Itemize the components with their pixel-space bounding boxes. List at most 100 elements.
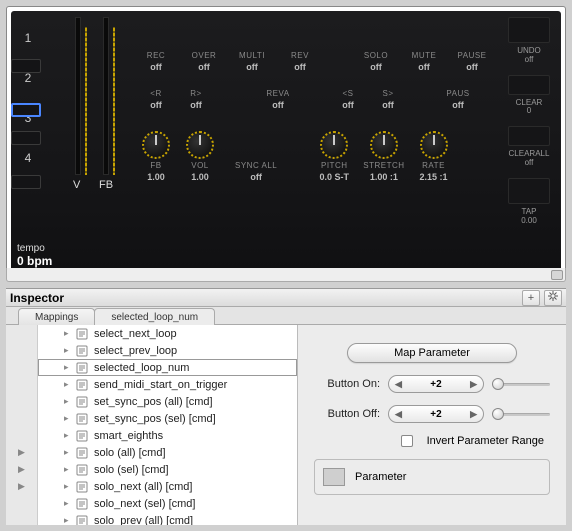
stepper-left-icon[interactable]: ◀ [395,409,402,420]
meter-fb-label: FB [99,179,113,191]
parameter-label: Parameter [355,471,406,483]
stepper-right-icon[interactable]: ▶ [470,409,477,420]
meter-fb[interactable] [103,17,109,175]
param-multi[interactable]: MULTIoff [237,51,267,72]
param-reva[interactable]: REVAoff [263,89,293,110]
disclosure-icon[interactable]: ▸ [64,328,74,339]
param-mute[interactable]: MUTEoff [409,51,439,72]
tree-item[interactable]: ▸solo (all) [cmd] [38,444,297,461]
item-icon [76,413,88,425]
stepper-right-icon[interactable]: ▶ [470,379,477,390]
param-r-fwd[interactable]: R>off [181,89,211,110]
right-btn-0[interactable] [508,17,550,43]
knob-pitch[interactable]: PITCH0.0 S-T [319,131,349,182]
param-solo[interactable]: SOLOoff [361,51,391,72]
expand-icon[interactable]: ▶ [18,447,25,458]
add-button[interactable]: + [522,290,540,306]
disclosure-icon[interactable]: ▸ [64,379,74,390]
param-r-back[interactable]: <Roff [141,89,171,110]
disclosure-icon[interactable]: ▸ [64,362,74,373]
tree-item[interactable]: ▸ solo_prev (all) [cmd] [38,512,297,525]
tree-item[interactable]: ▸solo (sel) [cmd] [38,461,297,478]
stepper-left-icon[interactable]: ◀ [395,379,402,390]
tree-item[interactable]: ▸ solo_next (sel) [cmd] [38,495,297,512]
slot-column: 1 2 3 4 [19,29,37,167]
param-rec[interactable]: RECoff [141,51,171,72]
map-parameter-button[interactable]: Map Parameter [347,343,517,363]
param-syncall[interactable]: SYNC ALLoff [235,161,277,182]
param-rev[interactable]: REVoff [285,51,315,72]
expand-icon[interactable]: ▶ [18,464,25,475]
param-paus[interactable]: PAUSoff [443,89,473,110]
disclosure-icon[interactable]: ▸ [64,396,74,407]
parameter-tree[interactable]: ▸select_next_loop▸select_prev_loop▸selec… [38,325,298,525]
tree-item[interactable]: ▸ select_next_loop [38,325,297,342]
parameter-box: Parameter [314,459,550,495]
button-on-value: +2 [430,379,441,390]
meter-fb-scale [113,27,115,175]
slot-indicator-3[interactable] [11,131,41,145]
param-row-2: <Roff R>off REVAoff <Soff S>off PAUSoff [141,89,473,110]
param-over[interactable]: OVERoff [189,51,219,72]
tree-item-label: selected_loop_num [94,362,189,374]
disclosure-icon[interactable]: ▸ [64,430,74,441]
knob-rate[interactable]: RATE2.15 :1 [419,131,449,182]
param-pause[interactable]: PAUSEoff [457,51,487,72]
slot-indicator-2[interactable] [11,103,41,117]
tree-item[interactable]: ▸select_prev_loop [38,342,297,359]
gutter-row [6,325,37,342]
invert-row: Invert Parameter Range [314,435,550,447]
inspector-title: Inspector [10,291,518,305]
button-on-slider[interactable] [492,377,550,391]
disclosure-icon[interactable]: ▸ [64,413,74,424]
tree-item[interactable]: ▸ selected_loop_num [38,359,297,376]
disclosure-icon[interactable]: ▸ [64,515,74,525]
meter-v[interactable] [75,17,81,175]
tab-mappings[interactable]: Mappings [18,308,95,325]
disclosure-icon[interactable]: ▸ [64,345,74,356]
knob-fb[interactable]: FB1.00 [141,131,171,182]
param-s-back[interactable]: <Soff [333,89,363,110]
param-s-fwd[interactable]: S>off [373,89,403,110]
disclosure-icon[interactable]: ▸ [64,464,74,475]
button-on-row: Button On: ◀ +2 ▶ [314,375,550,393]
scrollbar-thumb[interactable] [551,270,563,280]
knob-stretch[interactable]: STRETCH1.00 :1 [363,131,404,182]
tree-item-label: select_next_loop [94,328,177,340]
tree-item[interactable]: ▸send_midi_start_on_trigger [38,376,297,393]
disclosure-icon[interactable]: ▸ [64,498,74,509]
inspector-header: Inspector + [6,289,566,307]
tab-selected-loop-num[interactable]: selected_loop_num [94,308,215,325]
tree-item[interactable]: ▸smart_eighths [38,427,297,444]
slot-1[interactable]: 1 [19,29,37,47]
gear-icon [548,291,558,304]
tree-item-label: solo_prev (all) [cmd] [94,515,193,526]
device-h-scrollbar[interactable] [6,268,566,282]
right-button-column: UNDOoff CLEAR0 CLEARALLoff TAP0.00 [503,17,555,231]
slot-indicator-4[interactable] [11,175,41,189]
tree-item[interactable]: ▸set_sync_pos (all) [cmd] [38,393,297,410]
tree-item[interactable]: ▸set_sync_pos (sel) [cmd] [38,410,297,427]
disclosure-icon[interactable]: ▸ [64,481,74,492]
disclosure-icon[interactable]: ▸ [64,447,74,458]
gutter-row [6,427,37,444]
right-btn-3[interactable] [508,178,550,204]
right-btn-2[interactable] [508,126,550,146]
plus-icon: + [528,292,534,304]
button-off-stepper[interactable]: ◀ +2 ▶ [388,405,484,423]
gutter-row: ▶ [6,444,37,461]
slot-4[interactable]: 4 [19,149,37,167]
right-btn-1[interactable] [508,75,550,95]
parameter-color-swatch[interactable] [323,468,345,486]
knob-vol[interactable]: VOL1.00 [185,131,215,182]
tree-item[interactable]: ▸solo_next (all) [cmd] [38,478,297,495]
expand-icon[interactable]: ▶ [18,481,25,492]
slot-indicator-1[interactable] [11,59,41,73]
button-off-slider[interactable] [492,407,550,421]
tap-label: TAP0.00 [521,208,537,226]
tree-item-label: solo_next (sel) [cmd] [94,498,195,510]
settings-button[interactable] [544,290,562,306]
item-icon [76,481,88,493]
invert-checkbox[interactable] [401,435,413,447]
button-on-stepper[interactable]: ◀ +2 ▶ [388,375,484,393]
